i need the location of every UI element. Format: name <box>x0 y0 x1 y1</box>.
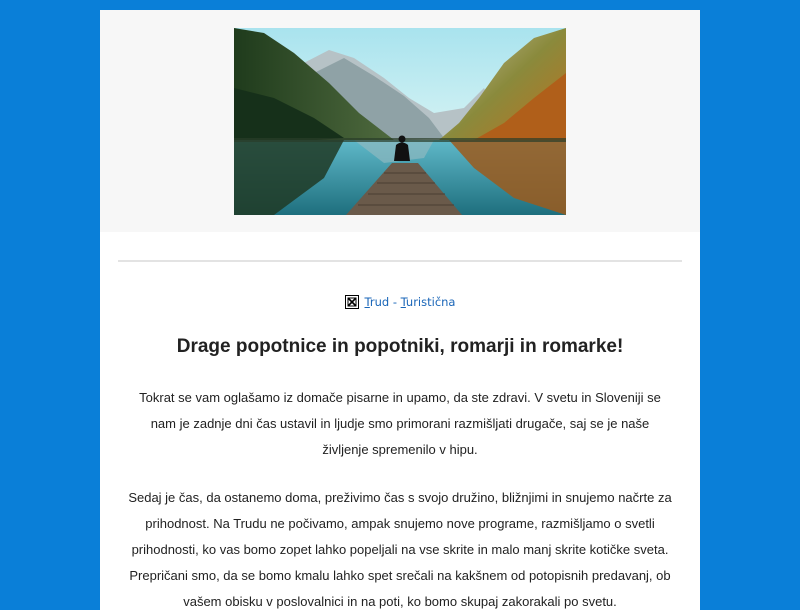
logo-link-text: rud - <box>369 295 401 309</box>
paragraph-2: Sedaj je čas, da ostanemo doma, preživim… <box>128 490 672 557</box>
broken-image-icon <box>344 295 359 309</box>
header-block <box>100 10 700 232</box>
divider <box>118 260 682 262</box>
logo-link[interactable]: Trud - Turistična <box>365 294 456 310</box>
paragraph-1: Tokrat se vam oglašamo iz domače pisarne… <box>139 390 661 457</box>
hero-image <box>234 28 566 215</box>
paragraph-3: Prepričani smo, da se bomo kmalu lahko s… <box>129 567 671 609</box>
email-body: Trud - Turistična Drage popotnice in pop… <box>100 10 700 610</box>
body-text: Tokrat se vam oglašamo iz domače pisarne… <box>128 385 672 610</box>
logo-link-row: Trud - Turistična <box>100 294 700 313</box>
logo-link-rest: uristična <box>405 295 456 309</box>
headline: Drage popotnice in popotniki, romarji in… <box>176 336 624 357</box>
